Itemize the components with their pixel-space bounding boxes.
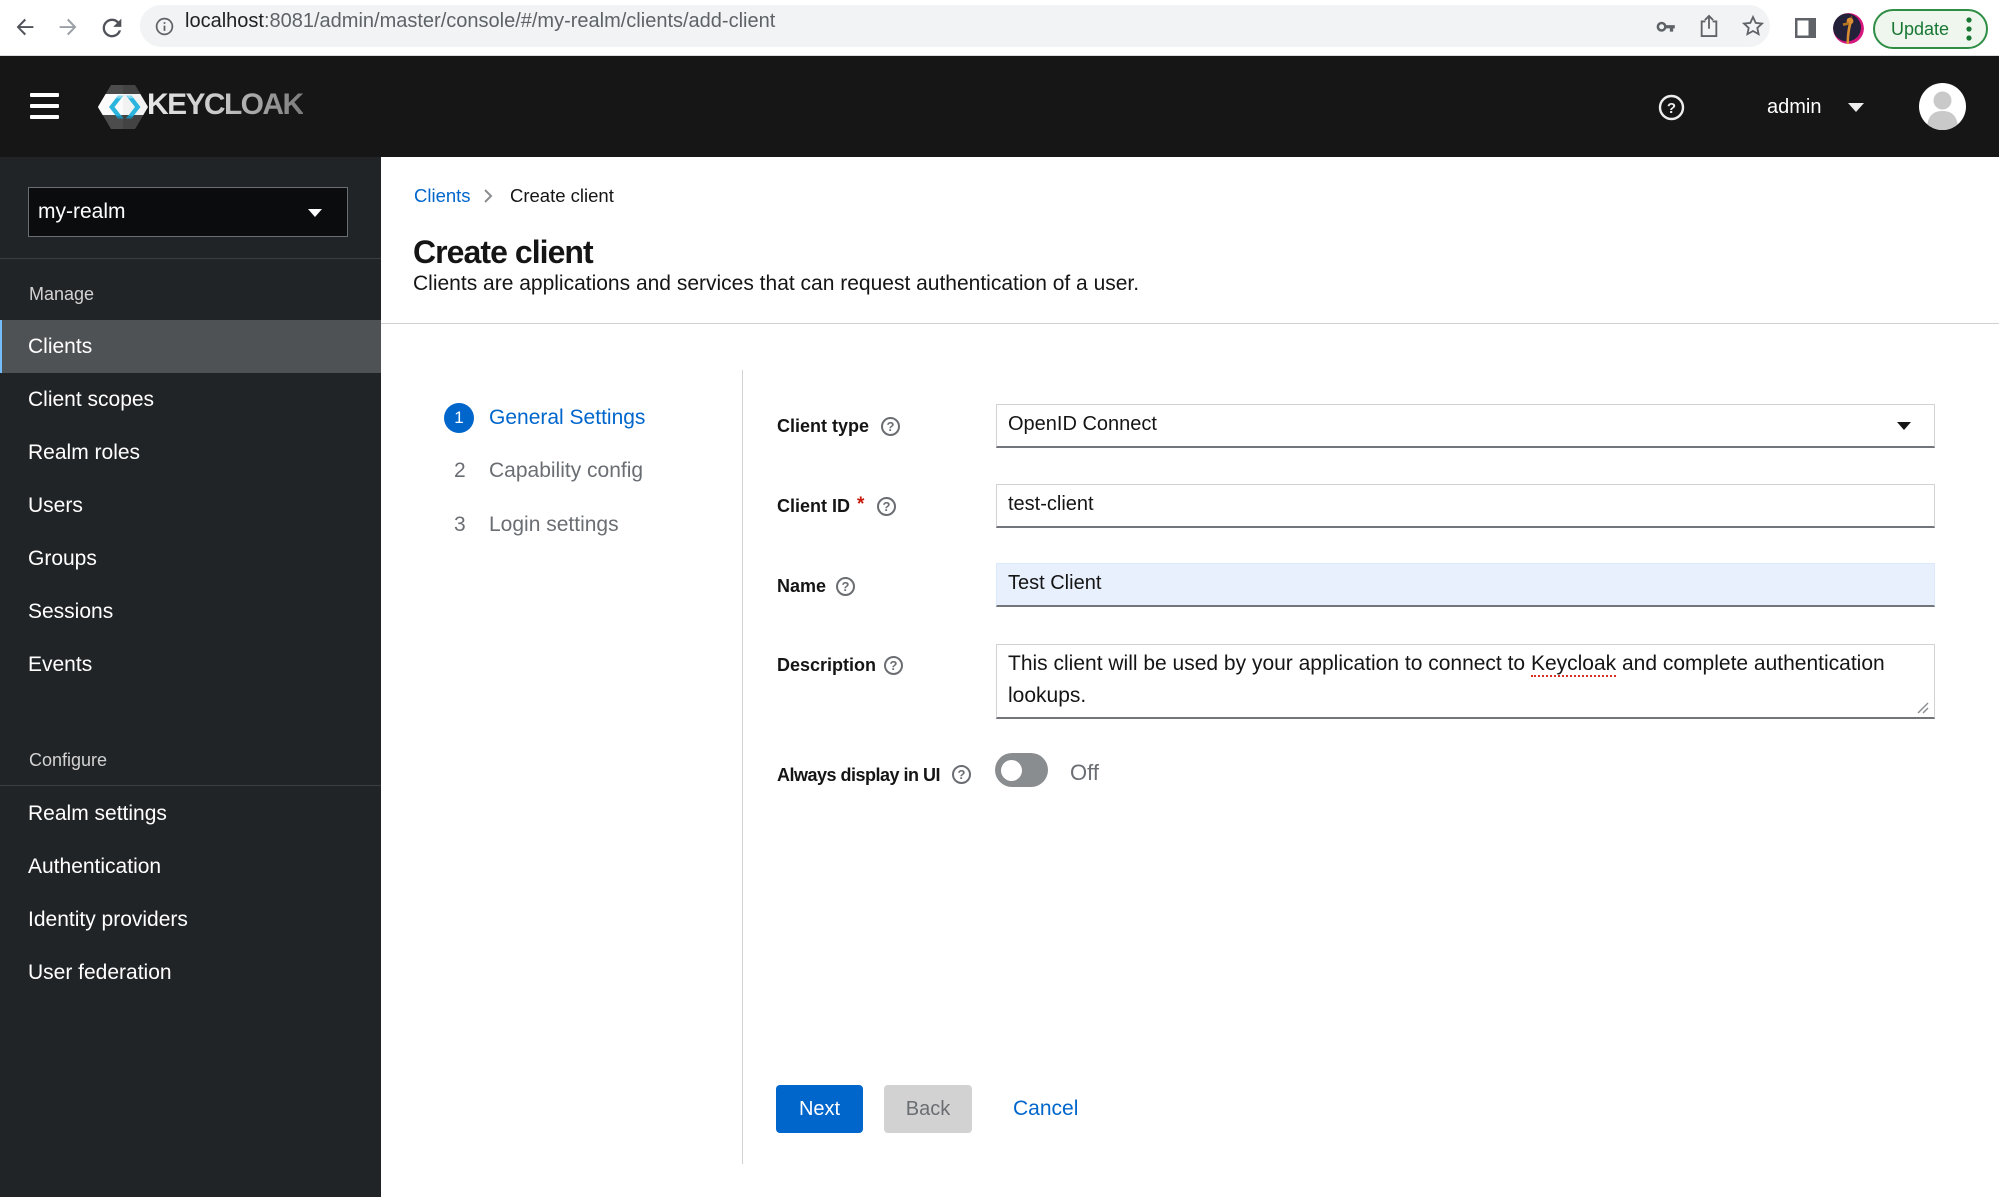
svg-text:?: ? <box>1667 100 1676 117</box>
